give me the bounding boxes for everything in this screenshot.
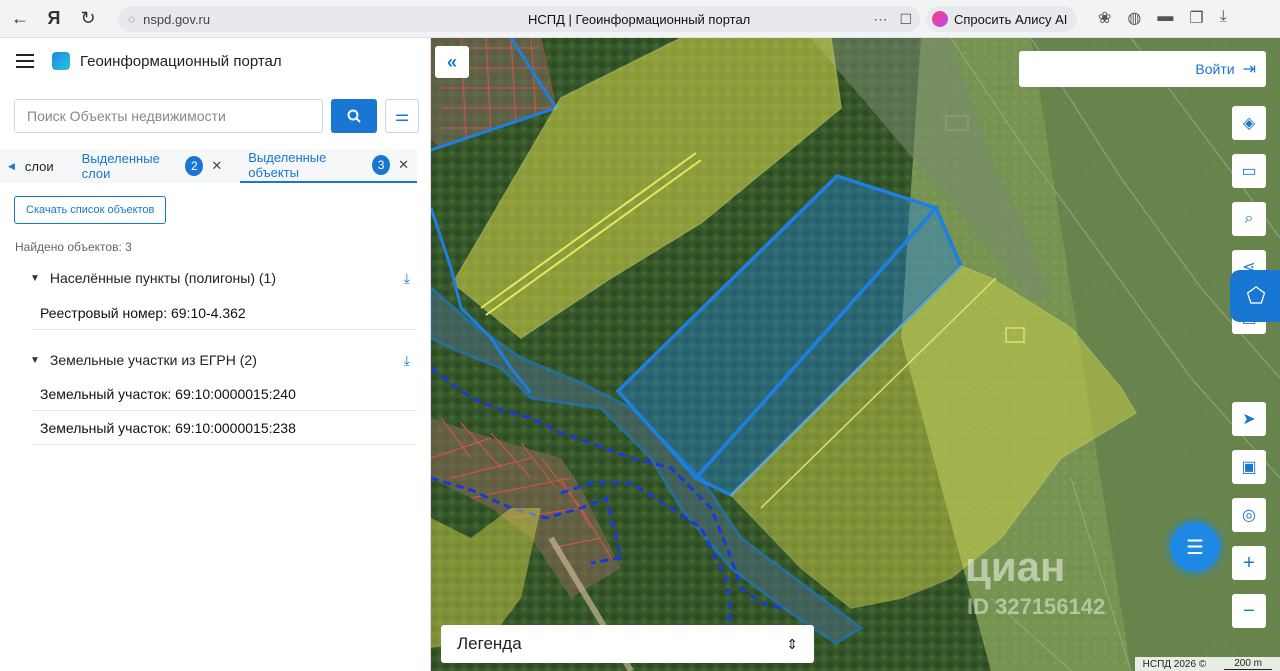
minus-icon: − bbox=[1243, 599, 1255, 622]
download-icon[interactable]: ⤓ bbox=[404, 270, 410, 287]
chevron-down-icon: ▼ bbox=[30, 272, 40, 284]
chat-button[interactable]: ☰ bbox=[1170, 522, 1220, 572]
navigation-arrow-icon: ➤ bbox=[1242, 411, 1256, 428]
zoom-out-button[interactable]: − bbox=[1232, 594, 1266, 628]
sidebar: Геоинформационный портал ⚌ ◀ слои Выделе… bbox=[0, 38, 431, 671]
plus-icon: + bbox=[1243, 551, 1255, 574]
alice-icon bbox=[932, 11, 948, 27]
menu-icon[interactable] bbox=[16, 54, 34, 68]
zoom-in-button[interactable]: + bbox=[1232, 546, 1266, 580]
url-text: nspd.gov.ru bbox=[143, 11, 211, 27]
chevron-updown-icon: ⇕ bbox=[786, 635, 798, 652]
portal-title: Геоинформационный портал bbox=[80, 52, 282, 70]
tab-selected-objects[interactable]: Выделенные объекты 3 ✕ bbox=[240, 149, 417, 183]
sidebar-header: Геоинформационный портал bbox=[16, 52, 282, 70]
chevron-left-icon: ◀ bbox=[8, 160, 15, 171]
find-location-button[interactable]: ◎ bbox=[1232, 498, 1266, 532]
close-icon[interactable]: ✕ bbox=[211, 158, 222, 174]
area-search-button[interactable]: ⌕ bbox=[1232, 202, 1266, 236]
double-chevron-left-icon: « bbox=[446, 51, 457, 72]
satellite-map bbox=[431, 38, 1280, 671]
sliders-icon: ⚌ bbox=[394, 108, 410, 125]
reload-icon[interactable]: ↻ bbox=[74, 5, 102, 33]
login-icon: ⇥ bbox=[1242, 61, 1256, 78]
browser-toolbar: ← Я ↻ ◌ nspd.gov.ru НСПД | Геоинформацио… bbox=[0, 0, 1280, 38]
close-icon[interactable]: ✕ bbox=[398, 157, 409, 173]
address-bar[interactable]: ◌ nspd.gov.ru НСПД | Геоинформационный п… bbox=[118, 6, 920, 32]
tab-layers[interactable]: ◀ слои bbox=[0, 149, 62, 183]
cian-watermark-id: ID 327156142 bbox=[967, 594, 1106, 619]
extension-icon[interactable]: ❀ bbox=[1098, 8, 1111, 28]
group-title: Населённые пункты (полигоны) (1) bbox=[49, 270, 276, 286]
measure-button[interactable]: ▭ bbox=[1232, 154, 1266, 188]
location-search-icon: ◎ bbox=[1242, 507, 1256, 524]
search-button[interactable] bbox=[331, 99, 377, 133]
count-badge: 2 bbox=[185, 156, 204, 176]
collections-icon[interactable]: ❐ bbox=[1189, 8, 1203, 28]
list-item[interactable]: Земельный участок: 69:10:0000015:240 bbox=[32, 377, 416, 411]
cian-watermark: циан bbox=[965, 543, 1066, 590]
filter-button[interactable]: ⚌ bbox=[385, 99, 419, 133]
yandex-icon[interactable]: Я bbox=[40, 5, 68, 33]
geolocation-button[interactable]: ➤ bbox=[1232, 402, 1266, 436]
legend-dropdown[interactable]: Легенда ⇕ bbox=[441, 625, 814, 663]
ask-alice-label: Спросить Алису AI bbox=[954, 11, 1068, 27]
area-search-icon: ⌕ bbox=[1244, 210, 1254, 227]
found-count: Найдено объектов: 3 bbox=[15, 240, 132, 254]
layers-button[interactable]: ◈ bbox=[1232, 106, 1266, 140]
cloud-icon[interactable]: ▬ bbox=[1157, 8, 1173, 28]
globe-icon[interactable]: ◍ bbox=[1127, 8, 1141, 28]
shield-icon: ◌ bbox=[128, 12, 136, 26]
tab-selected-layers[interactable]: Выделенные слои 2 ✕ bbox=[74, 149, 231, 183]
tab-label: Выделенные слои bbox=[81, 151, 160, 181]
group-title: Земельные участки из ЕГРН (2) bbox=[49, 352, 257, 368]
search-input[interactable] bbox=[14, 99, 323, 133]
more-icon[interactable]: ⋯ bbox=[873, 11, 887, 28]
group-settlements[interactable]: ▼ Населённые пункты (полигоны) (1) ⤓ bbox=[30, 270, 410, 287]
legend-label: Легенда bbox=[457, 634, 522, 653]
chat-icon: ☰ bbox=[1186, 536, 1204, 559]
list-item[interactable]: Земельный участок: 69:10:0000015:238 bbox=[32, 411, 416, 445]
download-icon[interactable]: ⤓ bbox=[404, 352, 410, 369]
page-title: НСПД | Геоинформационный портал bbox=[528, 11, 751, 27]
attribution-text: НСПД 2026 © bbox=[1142, 658, 1207, 670]
nspd-logo bbox=[52, 52, 70, 70]
search-icon bbox=[347, 109, 361, 123]
minimap-button[interactable]: ▣ bbox=[1232, 450, 1266, 484]
group-land-plots[interactable]: ▼ Земельные участки из ЕГРН (2) ⤓ bbox=[30, 352, 410, 369]
collapse-panel-button[interactable]: « bbox=[435, 46, 469, 78]
scale-label: 200 m bbox=[1224, 658, 1272, 670]
login-button[interactable]: Войти ⇥ bbox=[1019, 51, 1266, 87]
ask-alice-button[interactable]: Спросить Алису AI bbox=[926, 6, 1078, 32]
layers-icon: ◈ bbox=[1242, 115, 1256, 132]
search-row: ⚌ bbox=[14, 99, 419, 133]
back-icon[interactable]: ← bbox=[6, 5, 34, 33]
download-icon[interactable]: ⤓ bbox=[1220, 8, 1227, 28]
count-badge: 3 bbox=[372, 155, 391, 175]
map-attribution: НСПД 2026 © 200 m bbox=[1134, 657, 1280, 671]
cadastre-icon: ⬠ bbox=[1246, 283, 1266, 308]
bookmark-icon[interactable]: ☐ bbox=[899, 11, 912, 28]
list-item[interactable]: Реестровый номер: 69:10-4.362 bbox=[32, 296, 416, 330]
map-view[interactable]: « Войти ⇥ ◈ ▭ ⌕ ⋖ ▤ ⬠ ➤ ▣ ◎ ☰ + − циан I… bbox=[431, 38, 1280, 671]
sidebar-tabs: ◀ слои Выделенные слои 2 ✕ Выделенные об… bbox=[0, 149, 417, 183]
login-label: Войти bbox=[1195, 61, 1235, 77]
ruler-icon: ▭ bbox=[1241, 163, 1257, 180]
chevron-down-icon: ▼ bbox=[30, 354, 40, 366]
download-list-button[interactable]: Скачать список объектов bbox=[14, 196, 167, 224]
side-widget-tab[interactable]: ⬠ bbox=[1230, 270, 1280, 322]
picture-in-picture-icon: ▣ bbox=[1241, 459, 1257, 476]
tab-label: Выделенные объекты bbox=[248, 150, 327, 180]
tab-label: слои bbox=[24, 158, 54, 174]
